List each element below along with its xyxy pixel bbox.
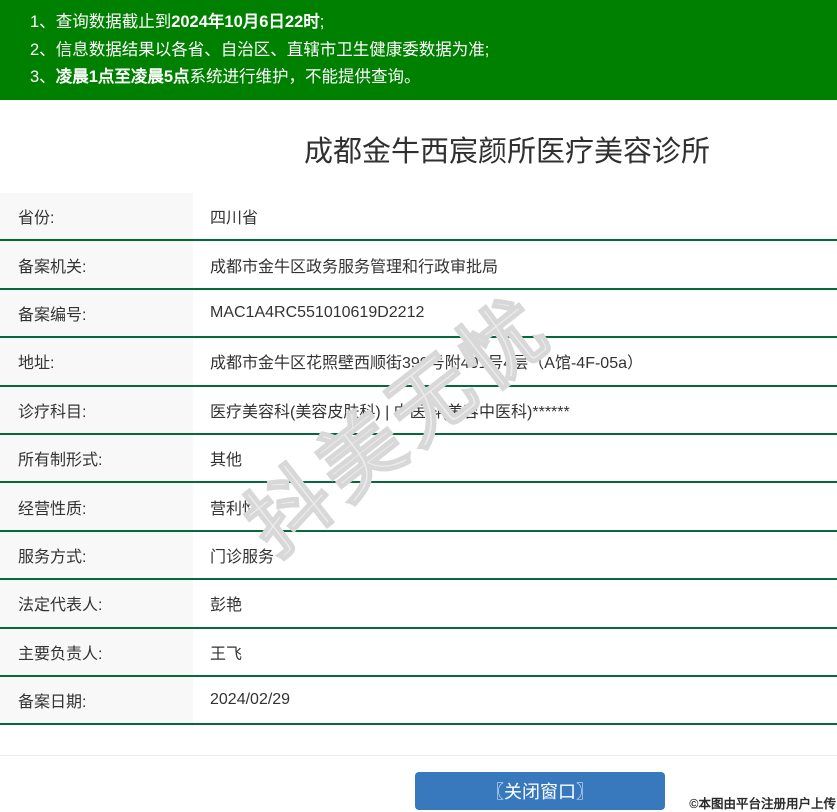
page-title: 成都金牛西宸颜所医疗美容诊所 <box>0 130 837 175</box>
notice-2-num: 2、 <box>30 41 56 59</box>
table-row-main-person-in-charge: 主要负责人: 王飞 <box>0 629 837 677</box>
table-row-treatment-subjects: 诊疗科目: 医疗美容科(美容皮肤科) | 中医科(美容中医科)****** <box>0 387 837 435</box>
row-label: 备案日期: <box>0 677 193 723</box>
table-row-legal-representative: 法定代表人: 彭艳 <box>0 580 837 628</box>
notice-3-post: 系统进行维护，不能提供查询。 <box>190 68 421 86</box>
row-value: 四川省 <box>193 193 837 239</box>
row-value: 门诊服务 <box>193 532 837 578</box>
upload-credit-text: ©本图由平台注册用户上传 <box>689 793 836 812</box>
table-row-filing-authority: 备案机关: 成都市金牛区政务服务管理和行政审批局 <box>0 241 837 289</box>
row-value: MAC1A4RC551010619D2212 <box>193 290 837 336</box>
row-value: 2024/02/29 <box>193 677 837 723</box>
close-window-button[interactable]: 〖关闭窗口〗 <box>415 772 665 810</box>
table-row-filing-number: 备案编号: MAC1A4RC551010619D2212 <box>0 290 837 338</box>
notice-line-2: 2、信息数据结果以各省、自治区、直辖市卫生健康委数据为准; <box>30 37 817 65</box>
row-value: 成都市金牛区花照壁西顺街399号附401号4层（A馆-4F-05a） <box>193 338 837 384</box>
table-row-service-mode: 服务方式: 门诊服务 <box>0 532 837 580</box>
row-label: 所有制形式: <box>0 435 193 481</box>
row-label: 法定代表人: <box>0 580 193 626</box>
row-label: 地址: <box>0 338 193 384</box>
notice-1-pre: 查询数据截止到 <box>56 13 172 31</box>
row-label: 备案机关: <box>0 241 193 287</box>
notice-1-num: 1、 <box>30 13 56 31</box>
row-value: 王飞 <box>193 629 837 675</box>
notice-line-1: 1、查询数据截止到2024年10月6日22时; <box>30 9 817 37</box>
record-table: 省份: 四川省 备案机关: 成都市金牛区政务服务管理和行政审批局 备案编号: M… <box>0 193 837 725</box>
notice-2-pre: 信息数据结果以各省、自治区、直辖市卫生健康委数据为准; <box>56 41 490 59</box>
table-row-province: 省份: 四川省 <box>0 193 837 241</box>
row-value: 成都市金牛区政务服务管理和行政审批局 <box>193 241 837 287</box>
table-row-filing-date: 备案日期: 2024/02/29 <box>0 677 837 725</box>
notice-1-bold: 2024年10月6日22时 <box>171 13 320 31</box>
notice-3-bold: 凌晨1点至凌晨5点 <box>56 68 190 86</box>
table-row-address: 地址: 成都市金牛区花照壁西顺街399号附401号4层（A馆-4F-05a） <box>0 338 837 386</box>
row-value: 医疗美容科(美容皮肤科) | 中医科(美容中医科)****** <box>193 387 837 433</box>
table-row-business-nature: 经营性质: 营利性 <box>0 483 837 531</box>
row-label: 省份: <box>0 193 193 239</box>
row-label: 备案编号: <box>0 290 193 336</box>
row-label: 经营性质: <box>0 483 193 529</box>
row-label: 诊疗科目: <box>0 387 193 433</box>
row-value: 营利性 <box>193 483 837 529</box>
table-row-ownership-form: 所有制形式: 其他 <box>0 435 837 483</box>
notice-banner: 1、查询数据截止到2024年10月6日22时; 2、信息数据结果以各省、自治区、… <box>0 0 837 100</box>
row-value: 彭艳 <box>193 580 837 626</box>
notice-3-num: 3、 <box>30 68 56 86</box>
row-label: 服务方式: <box>0 532 193 578</box>
notice-line-3: 3、凌晨1点至凌晨5点系统进行维护，不能提供查询。 <box>30 64 817 92</box>
row-label: 主要负责人: <box>0 629 193 675</box>
notice-1-post: ; <box>320 13 325 31</box>
row-value: 其他 <box>193 435 837 481</box>
